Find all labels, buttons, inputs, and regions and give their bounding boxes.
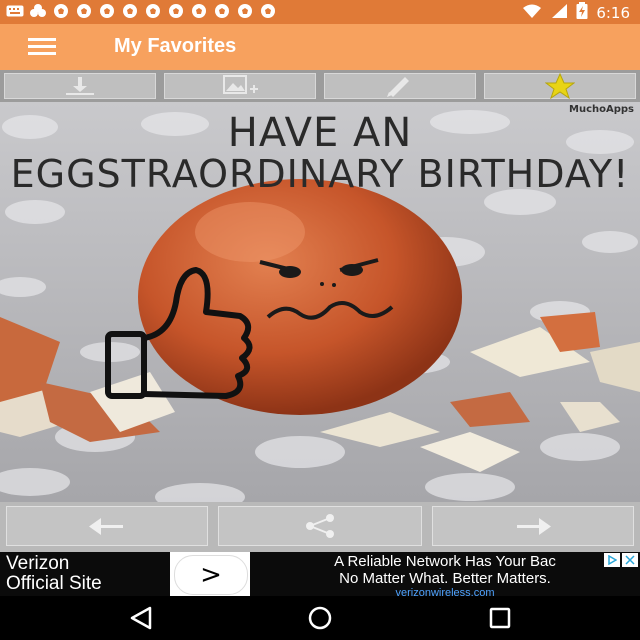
chevron-right-icon: > bbox=[200, 560, 222, 590]
soccer-ball-icon bbox=[259, 3, 277, 19]
next-button[interactable] bbox=[432, 506, 634, 546]
star-icon bbox=[545, 73, 575, 99]
soccer-ball-icon bbox=[190, 3, 208, 19]
share-button[interactable] bbox=[218, 506, 422, 546]
soccer-ball-icon bbox=[167, 3, 185, 19]
bottom-bar bbox=[0, 502, 640, 552]
edit-button[interactable] bbox=[324, 73, 476, 99]
wifi-icon bbox=[522, 3, 542, 23]
soccer-ball-icon bbox=[75, 3, 93, 19]
soccer-ball-icon bbox=[236, 3, 254, 19]
status-time: 6:16 bbox=[596, 4, 630, 22]
ad-copy: A Reliable Network Has Your Bac No Matte… bbox=[250, 552, 640, 599]
back-icon[interactable] bbox=[128, 606, 154, 634]
add-image-icon bbox=[223, 75, 258, 94]
pencil-icon bbox=[387, 77, 409, 97]
ad-advertiser: Verizon Official Site bbox=[0, 552, 170, 596]
soccer-ball-icon bbox=[52, 3, 70, 19]
status-bar: 6:16 bbox=[0, 0, 640, 24]
soccer-ball-icon bbox=[98, 3, 116, 19]
notification-icons bbox=[6, 3, 277, 19]
signal-icon bbox=[550, 3, 568, 23]
soccer-ball-icon bbox=[213, 3, 231, 19]
ad-badges bbox=[604, 553, 638, 567]
download-button[interactable] bbox=[4, 73, 156, 99]
greeting-card-image: MuchoApps HAVE AN EGGSTRAORDINARY BIRTHD… bbox=[0, 102, 640, 502]
ad-go-button[interactable]: > bbox=[174, 555, 248, 595]
share-icon bbox=[306, 514, 334, 538]
arrow-right-icon bbox=[517, 518, 551, 535]
ad-close-icon[interactable] bbox=[622, 553, 638, 567]
previous-button[interactable] bbox=[6, 506, 208, 546]
ad-banner[interactable]: Verizon Official Site > A Reliable Netwo… bbox=[0, 552, 640, 599]
page-title: My Favorites bbox=[114, 35, 237, 57]
hamburger-menu-icon[interactable] bbox=[28, 38, 58, 56]
card-headline-line1: HAVE AN bbox=[227, 110, 413, 156]
ad-subheadline: No Matter What. Better Matters. bbox=[339, 570, 551, 587]
recents-icon[interactable] bbox=[488, 606, 512, 634]
ad-advertiser-line1: Verizon bbox=[6, 553, 70, 574]
favorite-button[interactable] bbox=[484, 73, 636, 99]
add-image-button[interactable] bbox=[164, 73, 316, 99]
keyboard-icon bbox=[6, 3, 24, 19]
soccer-ball-icon bbox=[144, 3, 162, 19]
app-icon bbox=[29, 3, 47, 19]
system-icons: 6:16 bbox=[522, 2, 630, 24]
soccer-ball-icon bbox=[121, 3, 139, 19]
home-icon[interactable] bbox=[306, 606, 334, 634]
download-icon bbox=[66, 77, 94, 95]
battery-icon bbox=[576, 2, 588, 24]
app-bar: My Favorites bbox=[0, 24, 640, 70]
ad-headline: A Reliable Network Has Your Bac bbox=[334, 553, 556, 570]
toolbar bbox=[0, 70, 640, 102]
ad-choices-icon[interactable] bbox=[604, 553, 620, 567]
system-nav-bar bbox=[0, 596, 640, 640]
arrow-left-icon bbox=[89, 518, 123, 535]
ad-advertiser-line2: Official Site bbox=[6, 573, 102, 594]
card-headline-line2: EGGSTRAORDINARY BIRTHDAY! bbox=[10, 152, 630, 196]
